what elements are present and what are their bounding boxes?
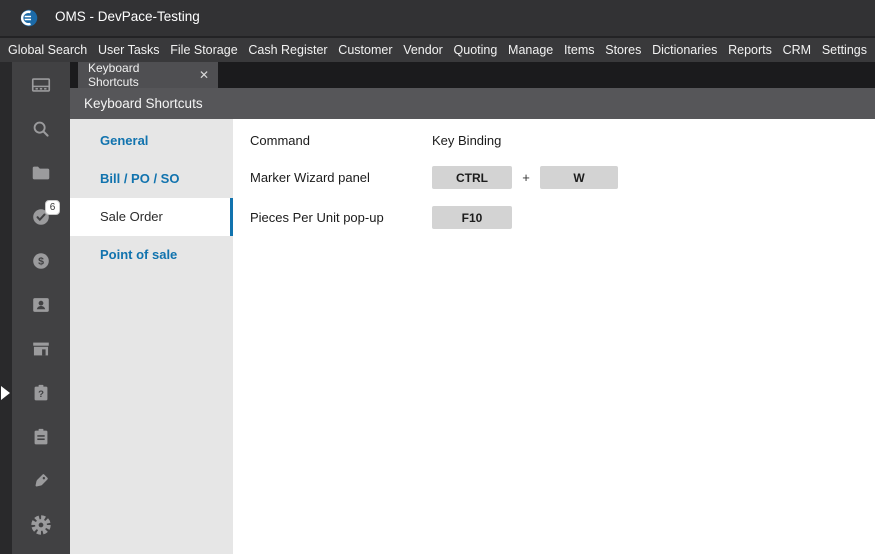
menu-item-reports[interactable]: Reports [726,43,774,57]
menu-item-crm[interactable]: CRM [781,43,813,57]
tab-bar: Keyboard Shortcuts ✕ [70,61,875,89]
menu-item-user-tasks[interactable]: User Tasks [96,43,162,57]
panel-expand-arrow-icon[interactable] [1,386,10,400]
dashboard-icon[interactable] [12,63,70,107]
menu-item-quoting[interactable]: Quoting [452,43,500,57]
clipboard-icon-glyph [30,426,52,448]
tag-icon-glyph [30,470,52,492]
menu-item-global-search[interactable]: Global Search [6,43,89,57]
icon-sidebar: 6 $ ? [12,62,70,554]
key-f10[interactable]: F10 [432,206,512,229]
clipboard-question-icon[interactable]: ? [12,371,70,415]
nav-item-general[interactable]: General [70,122,233,160]
menu-bar: Global Search User Tasks File Storage Ca… [0,36,875,62]
svg-text:?: ? [38,389,44,400]
dollar-icon[interactable]: $ [12,239,70,283]
shortcut-row-pieces-per-unit: Pieces Per Unit pop-up F10 [250,206,512,229]
page-header: Keyboard Shortcuts [70,88,875,119]
menu-item-settings[interactable]: Settings [820,43,869,57]
tasks-count-badge: 6 [45,200,60,215]
menu-item-customer[interactable]: Customer [336,43,394,57]
store-icon-glyph [30,338,52,360]
nav-item-point-of-sale[interactable]: Point of sale [70,236,233,274]
svg-text:$: $ [38,256,44,268]
menu-item-items[interactable]: Items [562,43,597,57]
dollar-icon-glyph: $ [30,250,52,272]
tasks-check-icon[interactable]: 6 [12,195,70,239]
menu-item-cash-register[interactable]: Cash Register [246,43,329,57]
app-window: OMS - DevPace-Testing Global Search User… [0,0,875,554]
gear-icon-glyph [30,514,52,536]
window-title: OMS - DevPace-Testing [55,9,200,24]
column-header-command: Command [250,133,310,148]
contact-icon-glyph [30,294,52,316]
dashboard-icon-glyph [30,74,52,96]
nav-item-sale-order[interactable]: Sale Order [70,198,233,236]
key-plus-separator: + [522,170,530,185]
search-icon-glyph [30,118,52,140]
shortcut-list-panel: Command Key Binding Marker Wizard panel … [233,119,875,554]
menu-item-dictionaries[interactable]: Dictionaries [650,43,719,57]
nav-item-bill-po-so[interactable]: Bill / PO / SO [70,160,233,198]
tab-keyboard-shortcuts[interactable]: Keyboard Shortcuts ✕ [78,61,218,89]
menu-item-vendor[interactable]: Vendor [401,43,445,57]
search-icon[interactable] [12,107,70,151]
command-label: Marker Wizard panel [250,170,370,185]
tasks-check-icon-glyph: 6 [30,200,60,228]
column-header-key-binding: Key Binding [432,133,502,148]
folder-icon-glyph [30,162,52,184]
key-binding-group: CTRL + W [432,166,618,189]
app-logo-icon [20,9,38,27]
command-label: Pieces Per Unit pop-up [250,210,384,225]
tag-icon[interactable] [12,459,70,503]
shortcut-category-nav: General Bill / PO / SO Sale Order Point … [70,119,233,554]
tab-close-icon[interactable]: ✕ [190,68,218,82]
clipboard-icon[interactable] [12,415,70,459]
folder-icon[interactable] [12,151,70,195]
menu-item-stores[interactable]: Stores [603,43,643,57]
contact-icon[interactable] [12,283,70,327]
clipboard-question-icon-glyph: ? [30,382,52,404]
shortcut-row-marker-wizard: Marker Wizard panel CTRL + W [250,166,618,189]
tab-label: Keyboard Shortcuts [88,61,140,89]
store-icon[interactable] [12,327,70,371]
collapsed-panel-strip [0,62,12,554]
menu-item-manage[interactable]: Manage [506,43,555,57]
page-title: Keyboard Shortcuts [84,96,203,111]
menu-item-file-storage[interactable]: File Storage [168,43,239,57]
column-headers: Command Key Binding [250,129,501,152]
key-ctrl[interactable]: CTRL [432,166,512,189]
key-w[interactable]: W [540,166,618,189]
gear-icon[interactable] [12,503,70,547]
key-binding-group: F10 [432,206,512,229]
title-bar: OMS - DevPace-Testing [0,0,875,36]
